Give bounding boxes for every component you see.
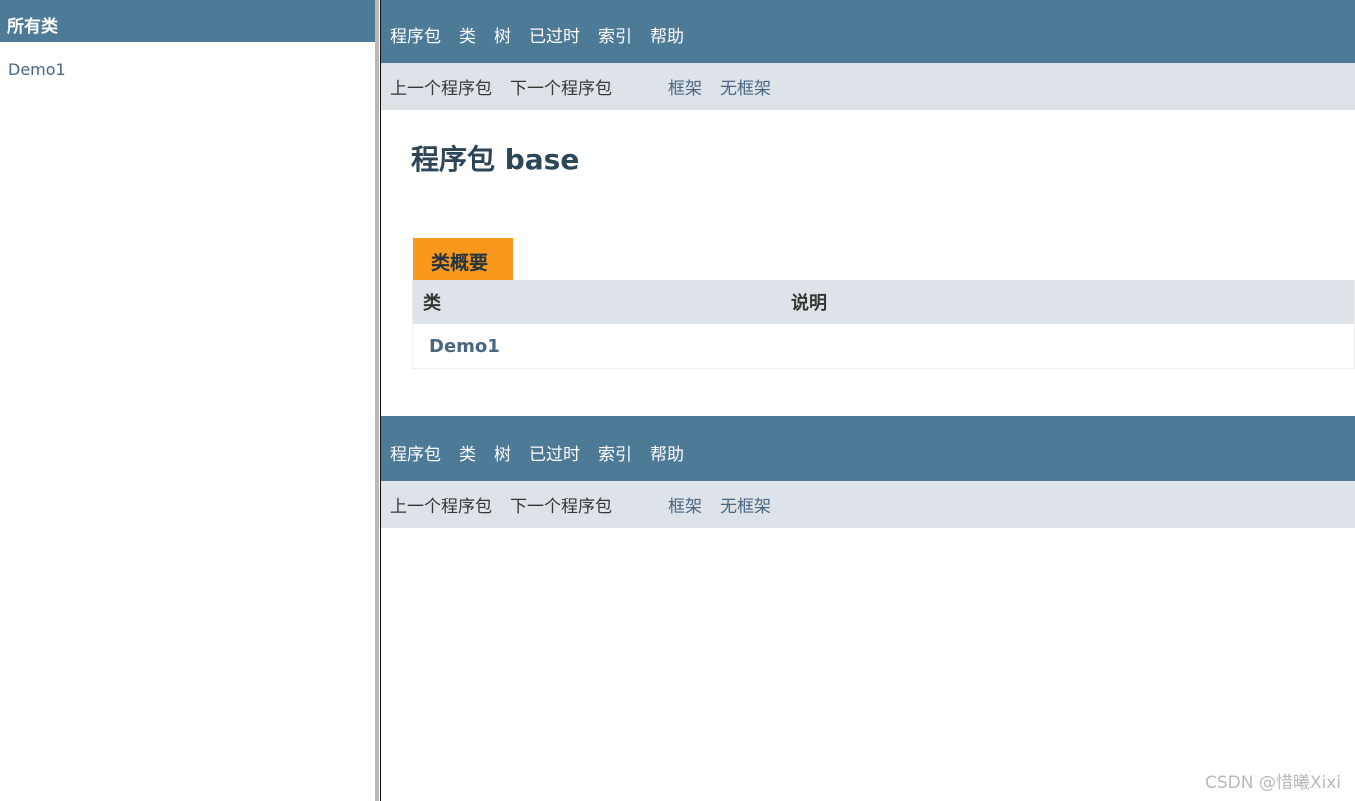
bottom-frames-link[interactable]: 框架	[668, 492, 702, 528]
no-frames-link[interactable]: 无框架	[720, 74, 771, 110]
bottom-nav-help[interactable]: 帮助	[650, 440, 684, 481]
bottom-nav-tree[interactable]: 树	[494, 440, 511, 481]
nav-deprecated[interactable]: 已过时	[529, 22, 580, 63]
sub-nav-bar: 上一个程序包 下一个程序包 框架 无框架	[381, 63, 1355, 110]
page-title: 程序包 base	[411, 143, 580, 176]
bottom-nav-deprecated[interactable]: 已过时	[529, 440, 580, 481]
prev-package-label: 上一个程序包	[390, 79, 492, 99]
watermark: CSDN @惜曦Xixi	[1204, 773, 1341, 793]
table-row: Demo1	[413, 324, 1354, 368]
class-summary: 类概要 类 说明 Demo1	[412, 238, 1355, 369]
frames-link[interactable]: 框架	[668, 74, 702, 110]
sub-nav-spacer	[630, 74, 668, 110]
package-summary-frame: 程序包 类 树 已过时 索引 帮助 上一个程序包 下一个程序包 框架 无框架 程…	[381, 0, 1355, 801]
column-header-description: 说明	[791, 293, 827, 314]
class-summary-caption: 类概要	[413, 238, 513, 280]
nav-class: 类	[459, 27, 476, 47]
all-classes-frame: 所有类 Demo1	[0, 0, 375, 801]
bottom-nav-bar: 程序包 类 树 已过时 索引 帮助	[381, 416, 1355, 481]
next-package-label: 下一个程序包	[510, 79, 612, 99]
class-link-demo1-summary[interactable]: Demo1	[413, 336, 500, 357]
column-header-class: 类	[423, 293, 441, 314]
nav-help[interactable]: 帮助	[650, 22, 684, 63]
all-classes-list: Demo1	[0, 42, 375, 79]
table-header-row: 类 说明	[413, 280, 1354, 324]
bottom-sub-nav-spacer	[630, 492, 668, 528]
all-classes-header: 所有类	[0, 0, 375, 42]
bottom-nav-index[interactable]: 索引	[598, 440, 632, 481]
bottom-next-package-label: 下一个程序包	[510, 497, 612, 517]
bottom-sub-nav-bar: 上一个程序包 下一个程序包 框架 无框架	[381, 481, 1355, 528]
nav-package: 程序包	[390, 27, 441, 47]
nav-index[interactable]: 索引	[598, 22, 632, 63]
nav-tree[interactable]: 树	[494, 22, 511, 63]
class-link-demo1[interactable]: Demo1	[8, 60, 375, 79]
bottom-prev-package-label: 上一个程序包	[390, 497, 492, 517]
class-summary-table: 类 说明 Demo1	[412, 280, 1355, 369]
bottom-no-frames-link[interactable]: 无框架	[720, 492, 771, 528]
javadoc-window: 所有类 Demo1 程序包 类 树 已过时 索引 帮助 上一个程序包 下一个程序…	[0, 0, 1355, 801]
bottom-nav-class: 类	[459, 445, 476, 465]
bottom-nav-package: 程序包	[390, 445, 441, 465]
top-nav-bar: 程序包 类 树 已过时 索引 帮助	[381, 0, 1355, 63]
bottom-nav: 程序包 类 树 已过时 索引 帮助 上一个程序包 下一个程序包 框架 无框架	[381, 416, 1355, 528]
